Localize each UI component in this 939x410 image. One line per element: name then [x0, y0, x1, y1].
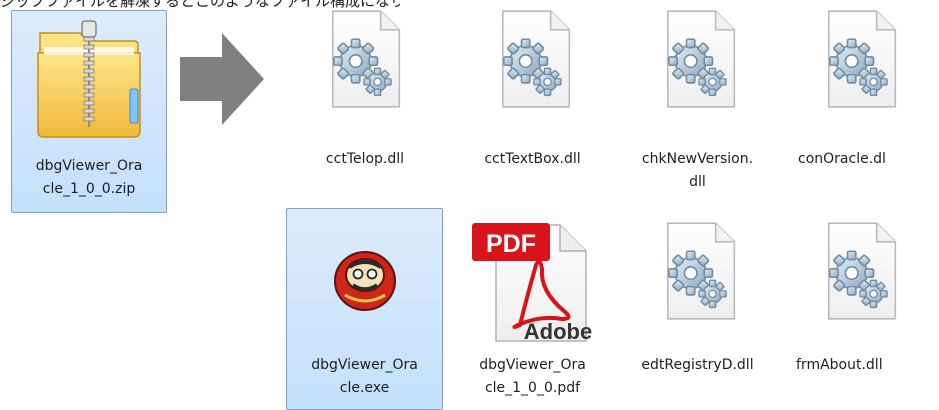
dll-gear-icon	[647, 7, 751, 111]
daruma-app-icon	[334, 251, 396, 311]
file-item-frmAbout[interactable]: frmAbout.dll	[785, 208, 939, 410]
file-name: cctTextBox.dll	[484, 151, 581, 167]
zip-file-item[interactable]: dbgViewer_Ora cle_1_0_0.zip	[11, 10, 167, 213]
file-item-cctTelop[interactable]: cctTelop.dll	[285, 0, 445, 205]
file-name: conOracle.dl	[798, 151, 886, 167]
file-item-chkNewVersion[interactable]: chkNewVersion. dll	[620, 0, 775, 205]
dll-gear-icon	[482, 7, 586, 111]
file-name: edtRegistryD.dll	[641, 357, 754, 373]
file-name-line2: cle.exe	[339, 380, 390, 396]
file-name-line2: cle_1_0_0.pdf	[484, 380, 581, 396]
file-item-edtRegistryD[interactable]: edtRegistryD.dll	[620, 208, 775, 410]
file-name-line2: dll	[689, 174, 706, 190]
zip-file-name-line2: cle_1_0_0.zip	[42, 181, 136, 197]
zip-folder-icon	[37, 20, 141, 138]
file-item-dbgViewer-exe[interactable]: dbgViewer_Ora cle.exe	[286, 208, 443, 410]
dll-gear-icon	[312, 7, 416, 111]
file-item-dbgViewer-pdf[interactable]: PDF Adobe dbgViewer_Ora cle_1_0_0.pdf	[455, 208, 610, 410]
svg-text:PDF: PDF	[486, 230, 536, 258]
file-item-conOracle[interactable]: conOracle.dl	[785, 0, 939, 205]
svg-text:Adobe: Adobe	[524, 319, 592, 344]
pdf-adobe-icon: PDF Adobe	[472, 223, 592, 344]
dll-gear-icon	[808, 219, 912, 323]
file-name: frmAbout.dll	[796, 357, 883, 373]
dll-gear-icon	[647, 219, 751, 323]
dll-gear-icon	[808, 7, 912, 111]
zip-file-name-line1: dbgViewer_Ora	[35, 158, 143, 174]
file-name-line1: dbgViewer_Ora	[479, 357, 586, 373]
file-item-cctTextBox[interactable]: cctTextBox.dll	[455, 0, 610, 205]
file-name-line1: dbgViewer_Ora	[311, 357, 418, 373]
file-name-line1: chkNewVersion.	[641, 151, 754, 167]
right-arrow-icon	[180, 33, 264, 125]
file-name: cctTelop.dll	[325, 151, 405, 167]
